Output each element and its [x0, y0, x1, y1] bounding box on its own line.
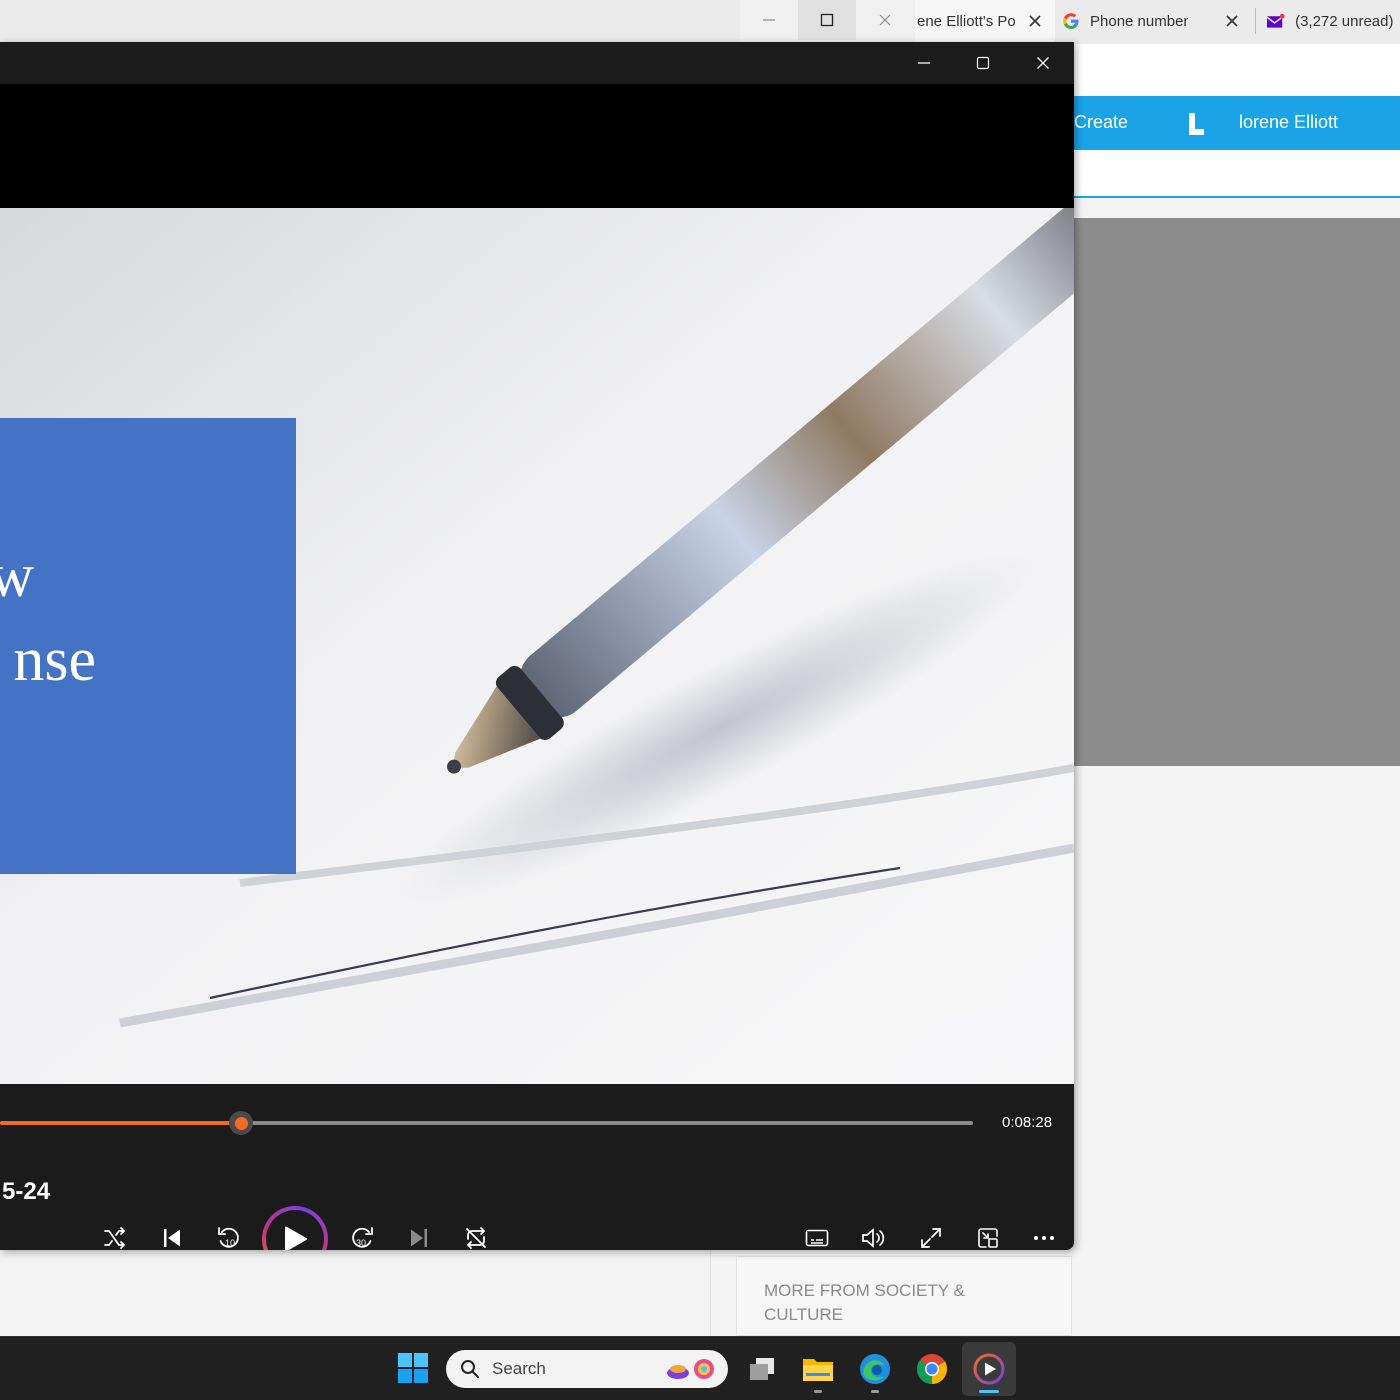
video-title-card: w nse	[0, 418, 296, 874]
media-player-icon	[973, 1353, 1005, 1385]
seek-bar-progress	[0, 1121, 241, 1125]
captions-icon	[805, 1229, 829, 1247]
task-view-icon	[750, 1358, 774, 1380]
more-icon	[1034, 1236, 1054, 1240]
play-button[interactable]	[262, 1206, 328, 1250]
content-placeholder	[1074, 218, 1400, 766]
volume-icon	[862, 1228, 885, 1248]
player-minimize-button[interactable]	[895, 44, 953, 82]
forward-30-button[interactable]: 30	[342, 1218, 382, 1250]
maximize-icon	[820, 13, 834, 27]
search-placeholder: Search	[492, 1359, 546, 1378]
create-link[interactable]: Create	[1074, 112, 1128, 133]
edge-icon	[860, 1354, 890, 1384]
task-view-button[interactable]	[744, 1351, 780, 1387]
taskbar: Search	[0, 1336, 1400, 1400]
browser-tab[interactable]: ene Elliott's Po	[915, 0, 1055, 42]
tab-separator	[1255, 8, 1256, 34]
play-icon	[285, 1226, 307, 1250]
tab-close-button[interactable]	[1025, 11, 1045, 31]
more-options-button[interactable]	[1024, 1218, 1064, 1250]
browser-tab[interactable]: (3,272 unread)	[1258, 0, 1400, 42]
close-icon	[879, 14, 891, 26]
file-explorer-icon	[803, 1359, 833, 1381]
search-highlight-icon	[667, 1359, 714, 1379]
maximize-icon	[976, 56, 990, 70]
tab-title: (3,272 unread)	[1295, 12, 1394, 30]
forward-seconds-label: 30	[356, 1238, 366, 1248]
media-player-button[interactable]	[971, 1351, 1007, 1387]
start-icon[interactable]	[396, 1351, 430, 1385]
shuffle-icon	[104, 1227, 126, 1249]
rewind-10-icon: 10	[218, 1227, 239, 1248]
taskbar-search-box[interactable]: Search	[446, 1350, 728, 1388]
close-icon	[1226, 15, 1238, 27]
repeat-icon	[466, 1227, 486, 1249]
tab-title: ene Elliott's Po	[917, 12, 1015, 30]
close-icon	[1029, 15, 1041, 27]
player-controls: 0:08:28 5-24 10 30	[0, 1084, 1074, 1250]
browser-tab[interactable]: Phone number	[1058, 0, 1252, 42]
chrome-button[interactable]	[914, 1351, 950, 1387]
mail-icon	[1266, 13, 1285, 28]
user-name-link[interactable]: lorene Elliott	[1239, 112, 1338, 133]
previous-icon	[164, 1229, 180, 1247]
minimize-icon	[763, 19, 775, 21]
volume-button[interactable]	[854, 1218, 894, 1250]
miniplayer-button[interactable]	[968, 1218, 1008, 1250]
minimize-button[interactable]	[740, 0, 798, 40]
minimize-icon	[918, 62, 930, 64]
browser-address-area	[1074, 44, 1400, 96]
player-close-button[interactable]	[1014, 44, 1072, 82]
search-icon	[461, 1360, 479, 1378]
site-nav-bar: Create lorene Elliott	[1074, 96, 1400, 150]
close-icon	[1037, 57, 1049, 69]
active-app-indicator	[979, 1390, 999, 1393]
fullscreen-icon	[921, 1228, 941, 1248]
close-button[interactable]	[856, 0, 914, 40]
google-icon	[1063, 13, 1079, 29]
video-frame[interactable]: w nse	[0, 208, 1074, 1084]
previous-button[interactable]	[152, 1218, 192, 1250]
maximize-button[interactable]	[798, 0, 856, 40]
more-from-heading: MORE FROM SOCIETY & CULTURE	[764, 1281, 965, 1324]
miniplayer-icon	[978, 1228, 998, 1248]
title-card-line: nse	[13, 626, 96, 694]
running-indicator	[814, 1390, 822, 1393]
chrome-icon	[916, 1354, 948, 1384]
rewind-seconds-label: 10	[225, 1238, 235, 1248]
more-from-card[interactable]: MORE FROM SOCIETY & CULTURE	[736, 1256, 1072, 1336]
site-subnav	[1074, 150, 1400, 198]
title-card-line: w	[0, 542, 34, 610]
user-initial-logo	[1189, 113, 1204, 135]
forward-30-icon: 30	[352, 1227, 373, 1248]
background-window-controls	[740, 0, 915, 42]
player-title-bar	[0, 42, 1074, 84]
play-button-inner	[266, 1210, 324, 1250]
episode-label: 5-24	[2, 1178, 51, 1205]
media-player-window: w nse 0:08:28 5-24 10 30	[0, 42, 1074, 1250]
captions-button[interactable]	[797, 1218, 837, 1250]
next-icon	[411, 1229, 427, 1247]
tab-title: Phone number	[1090, 12, 1189, 30]
edge-button[interactable]	[857, 1351, 893, 1387]
tab-close-button[interactable]	[1222, 11, 1242, 31]
time-remaining: 0:08:28	[1002, 1114, 1053, 1131]
file-explorer-button[interactable]	[800, 1351, 836, 1387]
fullscreen-button[interactable]	[911, 1218, 951, 1250]
rewind-10-button[interactable]: 10	[209, 1218, 249, 1250]
seek-thumb[interactable]	[229, 1111, 253, 1135]
shuffle-button[interactable]	[95, 1218, 135, 1250]
repeat-button[interactable]	[456, 1218, 496, 1250]
next-button[interactable]	[399, 1218, 439, 1250]
running-indicator	[871, 1390, 879, 1393]
player-maximize-button[interactable]	[954, 44, 1012, 82]
